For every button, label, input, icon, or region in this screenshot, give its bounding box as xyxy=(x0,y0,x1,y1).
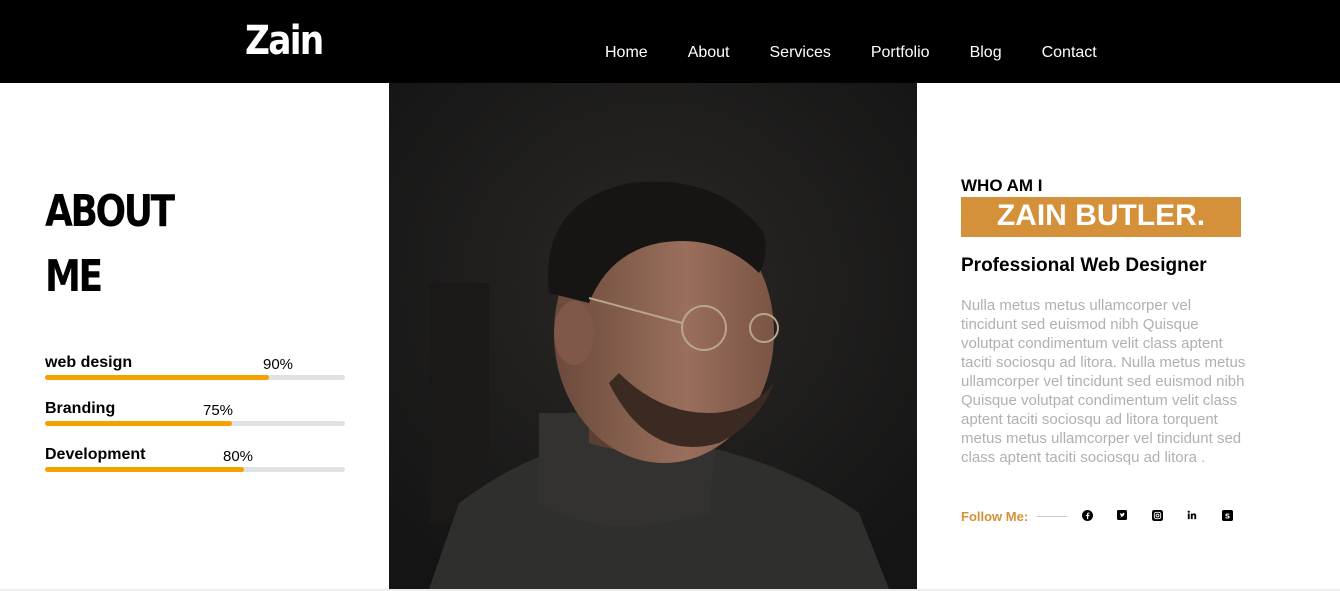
skill-progress-fill xyxy=(45,467,245,472)
profile-description: Nulla metus metus ullamcorper vel tincid… xyxy=(961,297,1246,466)
skill-label: Development xyxy=(45,446,146,463)
skill-label: Branding xyxy=(45,400,116,417)
svg-text:S: S xyxy=(1224,511,1229,520)
who-am-i-label: WHO AM I xyxy=(961,176,1043,195)
twitter-icon[interactable] xyxy=(1115,508,1129,522)
site-header: Zain Home About Services Portfolio Blog … xyxy=(0,0,1340,83)
skill-percent: 80% xyxy=(223,448,254,465)
site-logo[interactable]: Zain xyxy=(245,17,324,65)
about-title-line2: ME xyxy=(45,251,103,302)
skill-progress-track xyxy=(45,421,345,426)
about-title-line1: ABOUT xyxy=(45,186,175,237)
profile-role: Professional Web Designer xyxy=(961,255,1207,276)
profile-photo xyxy=(389,83,917,589)
about-section: ABOUT ME web design 90% Branding 75% Dev… xyxy=(0,83,389,589)
skill-progress-track xyxy=(45,467,345,472)
nav-home[interactable]: Home xyxy=(605,43,648,63)
nav-services[interactable]: Services xyxy=(770,43,831,63)
nav-blog[interactable]: Blog xyxy=(970,43,1002,63)
skill-branding: Branding 75% xyxy=(45,400,345,430)
skype-icon[interactable]: S xyxy=(1220,508,1234,522)
instagram-icon[interactable] xyxy=(1150,508,1164,522)
skill-percent: 75% xyxy=(203,402,234,419)
linkedin-icon[interactable] xyxy=(1185,508,1199,522)
skill-progress-track xyxy=(45,375,345,380)
skill-percent: 90% xyxy=(263,356,294,373)
skill-progress-fill xyxy=(45,421,232,426)
nav-about[interactable]: About xyxy=(688,43,730,63)
skill-web-design: web design 90% xyxy=(45,354,345,384)
follow-divider xyxy=(1037,516,1067,517)
skill-label: web design xyxy=(45,354,133,371)
profile-name: ZAIN BUTLER. xyxy=(961,197,1241,237)
facebook-icon[interactable] xyxy=(1080,508,1094,522)
skill-progress-fill xyxy=(45,375,270,380)
about-title: ABOUT ME xyxy=(45,179,175,309)
portrait-image xyxy=(389,83,917,589)
skill-development: Development 80% xyxy=(45,446,345,476)
nav-portfolio[interactable]: Portfolio xyxy=(871,43,930,63)
main-nav: Home About Services Portfolio Blog Conta… xyxy=(605,43,1137,63)
profile-section: WHO AM I ZAIN BUTLER. Professional Web D… xyxy=(917,83,1340,589)
nav-contact[interactable]: Contact xyxy=(1042,43,1097,63)
follow-me-label: Follow Me: xyxy=(961,509,1029,524)
